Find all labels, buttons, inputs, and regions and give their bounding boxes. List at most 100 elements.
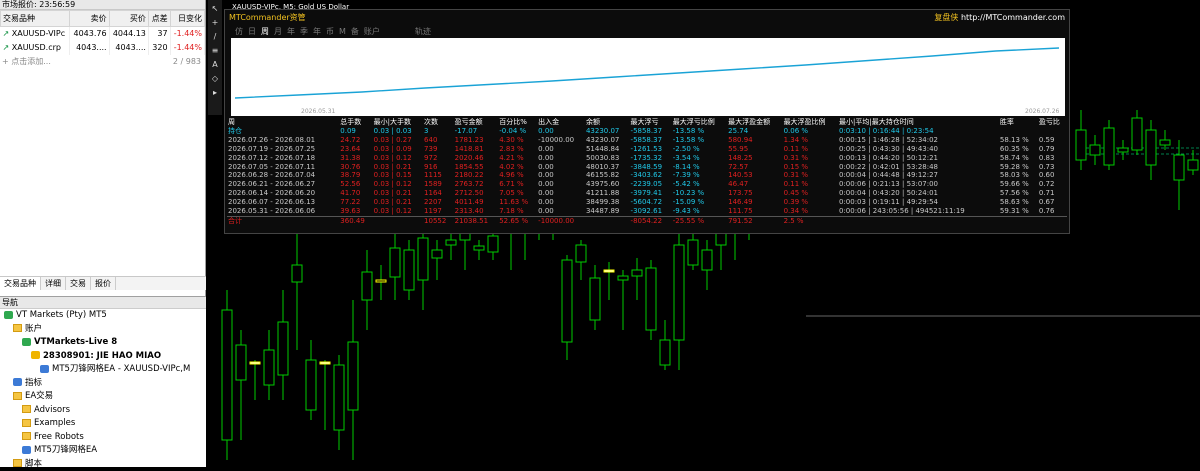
- col-change[interactable]: 日变化: [170, 11, 204, 27]
- period-tab[interactable]: 仿: [235, 26, 243, 37]
- stat-cell: 2313.40: [454, 207, 499, 216]
- stat-cell: 次数: [423, 118, 454, 127]
- navigator-tree: VT Markets (Pty) MT5账户VTMarkets-Live 828…: [0, 309, 206, 471]
- navigator-item[interactable]: 账户: [0, 323, 206, 337]
- period-tab[interactable]: M: [339, 27, 346, 36]
- crosshair-icon[interactable]: +: [210, 18, 220, 28]
- col-spread[interactable]: 点差: [148, 11, 170, 27]
- stat-cell: 2712.50: [454, 189, 499, 198]
- period-tab[interactable]: 季: [300, 26, 308, 37]
- line-tool-icon[interactable]: /: [210, 32, 220, 42]
- stat-cell: 1589: [423, 180, 454, 189]
- period-tab[interactable]: 备: [351, 26, 359, 37]
- equity-line: [235, 48, 1059, 98]
- stat-cell: -5.42 %: [672, 180, 727, 189]
- table-row[interactable]: 2026.07.19 - 2026.07.2523.640.03 | 0.097…: [227, 145, 1067, 154]
- stat-cell: -2239.05: [630, 180, 672, 189]
- cursor-icon[interactable]: ↖: [210, 4, 220, 14]
- stat-cell: 0.00: [537, 145, 585, 154]
- navigator-item[interactable]: VT Markets (Pty) MT5: [0, 309, 206, 323]
- stat-cell: 173.75: [727, 189, 782, 198]
- copy-label[interactable]: 复盘侠: [934, 13, 958, 22]
- period-tab[interactable]: 周: [261, 26, 269, 37]
- candle: [362, 250, 372, 330]
- tab-ticks[interactable]: 报价: [91, 277, 116, 290]
- weekly-stats-table: 周总手数最小|大手数次数盈亏金额百分比%出入金余额最大浮亏最大浮亏比例最大浮盈金…: [227, 118, 1067, 226]
- stats-header-row[interactable]: 周总手数最小|大手数次数盈亏金额百分比%出入金余额最大浮亏最大浮亏比例最大浮盈金…: [227, 118, 1067, 127]
- stat-cell: 0.45 %: [783, 189, 838, 198]
- period-tab[interactable]: 币: [326, 26, 334, 37]
- table-row[interactable]: 2026.06.07 - 2026.06.1377.220.03 | 0.212…: [227, 198, 1067, 207]
- stat-cell: 972: [423, 154, 454, 163]
- stat-cell: 胜率: [999, 118, 1038, 127]
- mtc-header: MTCommander资管 复盘侠 http://MTCommander.com: [225, 10, 1069, 24]
- navigator-item[interactable]: VTMarkets-Live 8: [0, 336, 206, 350]
- period-tab[interactable]: 年: [313, 26, 321, 37]
- more-icon[interactable]: ▸: [210, 88, 220, 98]
- navigator-item-label: 脚本: [25, 459, 42, 469]
- stat-cell: 0:03:10 | 0:16:44 | 0:23:54: [838, 127, 999, 136]
- navigator-item[interactable]: MT5刀锋网格EA: [0, 444, 206, 458]
- stat-cell: 0.00: [537, 163, 585, 172]
- navigator-item[interactable]: 28308901: JIE HAO MIAO: [0, 350, 206, 364]
- tab-symbols[interactable]: 交易品种: [0, 277, 41, 290]
- stat-cell: 0.00: [537, 127, 585, 136]
- stat-cell: 2026.06.21 - 2026.06.27: [227, 180, 339, 189]
- candle: [432, 240, 442, 280]
- stat-cell: 59.28 %: [999, 163, 1038, 172]
- tab-trading[interactable]: 交易: [66, 277, 91, 290]
- table-row[interactable]: ↗ XAUUSD-VIPc 4043.76 4044.13 37 -1.44%: [1, 27, 205, 41]
- table-row[interactable]: 2026.07.12 - 2026.07.1831.380.03 | 0.129…: [227, 154, 1067, 163]
- table-row[interactable]: 2026.06.14 - 2026.06.2041.700.03 | 0.211…: [227, 189, 1067, 198]
- stat-cell: 1418.81: [454, 145, 499, 154]
- period-tab[interactable]: 轨迹: [415, 26, 431, 37]
- total-row[interactable]: 合计360.491055221038.5152.65 %-10000.00-80…: [227, 216, 1067, 225]
- add-symbol-row[interactable]: + 点击添加... 2 / 983: [0, 55, 205, 69]
- stat-cell: -10000.00: [537, 216, 585, 225]
- col-ask[interactable]: 买价: [109, 11, 148, 27]
- period-tab[interactable]: 月: [274, 26, 282, 37]
- stat-cell: 最大浮盈金额: [727, 118, 782, 127]
- period-tab[interactable]: 账户: [364, 26, 380, 37]
- stat-cell: 41.70: [339, 189, 372, 198]
- mtc-url[interactable]: http://MTCommander.com: [961, 13, 1065, 22]
- text-tool-icon[interactable]: A: [210, 60, 220, 70]
- table-row[interactable]: 2026.07.26 - 2026.08.0124.720.03 | 0.276…: [227, 136, 1067, 145]
- stat-cell: 7.18 %: [498, 207, 537, 216]
- period-tab[interactable]: 年: [287, 26, 295, 37]
- table-row[interactable]: 2026.06.28 - 2026.07.0438.790.03 | 0.151…: [227, 171, 1067, 180]
- candle: [418, 230, 428, 310]
- folder-icon: [22, 419, 31, 427]
- navigator-item[interactable]: EA交易: [0, 390, 206, 404]
- table-row[interactable]: 2026.05.31 - 2026.06.0639.630.03 | 0.121…: [227, 207, 1067, 216]
- col-symbol[interactable]: 交易品种: [1, 11, 70, 27]
- fib-icon[interactable]: ≡: [210, 46, 220, 56]
- symbol-name: XAUUSD-VIPc: [12, 29, 65, 38]
- holding-row[interactable]: 持仓0.090.03 | 0.033-17.07-0.04 %0.0043230…: [227, 127, 1067, 136]
- stat-cell: -3403.62: [630, 171, 672, 180]
- navigator-item[interactable]: Free Robots: [0, 431, 206, 445]
- stat-cell: 7.05 %: [498, 189, 537, 198]
- stat-cell: -7.39 %: [672, 171, 727, 180]
- stat-cell: 140.53: [727, 171, 782, 180]
- stat-cell: 4.96 %: [498, 171, 537, 180]
- table-row[interactable]: ↗ XAUUSD.crp 4043.... 4043.... 320 -1.44…: [1, 41, 205, 55]
- navigator-item[interactable]: 脚本: [0, 458, 206, 471]
- indicator-icon: [13, 378, 22, 386]
- change-value: -1.44%: [170, 41, 204, 55]
- table-row[interactable]: 2026.07.05 - 2026.07.1130.760.03 | 0.219…: [227, 163, 1067, 172]
- table-row[interactable]: 2026.06.21 - 2026.06.2752.560.03 | 0.121…: [227, 180, 1067, 189]
- navigator-item[interactable]: 指标: [0, 377, 206, 391]
- candle: [222, 290, 232, 460]
- period-tab[interactable]: 日: [248, 26, 256, 37]
- shapes-icon[interactable]: ◇: [210, 74, 220, 84]
- navigator-item[interactable]: Advisors: [0, 404, 206, 418]
- candle: [674, 220, 684, 370]
- ask-value: 4044.13: [109, 27, 148, 41]
- navigator-item[interactable]: MT5刀锋网格EA - XAUUSD-VIPc,M: [0, 363, 206, 377]
- navigator-item[interactable]: Examples: [0, 417, 206, 431]
- col-bid[interactable]: 卖价: [70, 11, 109, 27]
- logo-icon: [4, 311, 13, 319]
- stat-cell: 1115: [423, 171, 454, 180]
- tab-details[interactable]: 详细: [41, 277, 66, 290]
